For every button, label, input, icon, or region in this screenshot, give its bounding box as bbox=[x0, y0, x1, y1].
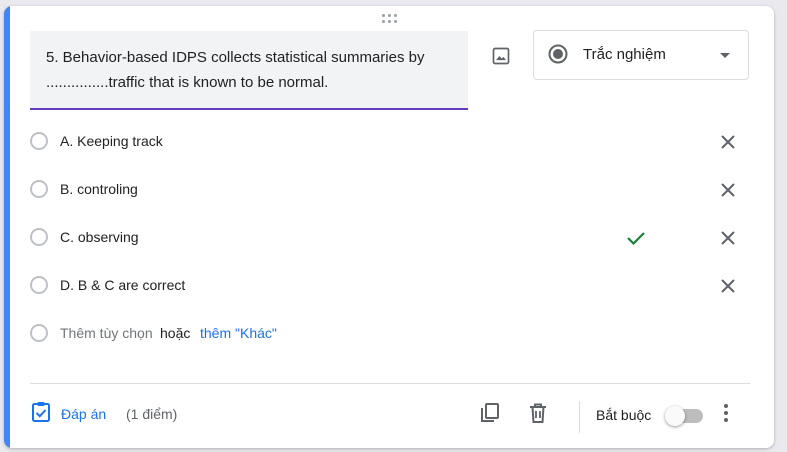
or-text: hoặc bbox=[160, 325, 191, 341]
option-label[interactable]: C. observing bbox=[60, 229, 139, 245]
add-option-row: Thêm tùy chọn hoặc thêm "Khác" bbox=[30, 321, 750, 347]
answer-key-label: Đáp án bbox=[61, 406, 107, 422]
remove-option-icon[interactable] bbox=[716, 226, 740, 250]
question-title-field[interactable]: 5. Behavior-based IDPS collects statisti… bbox=[30, 31, 468, 110]
delete-icon[interactable] bbox=[526, 401, 550, 425]
footer-vertical-divider bbox=[579, 401, 580, 433]
option-label[interactable]: D. B & C are correct bbox=[60, 277, 185, 293]
option-row: C. observing bbox=[30, 225, 750, 251]
option-row: D. B & C are correct bbox=[30, 273, 750, 299]
answer-key-button[interactable]: Đáp án bbox=[31, 401, 107, 428]
card-accent-bar bbox=[4, 6, 10, 448]
required-label: Bắt buộc bbox=[596, 407, 652, 423]
clipboard-check-icon bbox=[31, 401, 51, 428]
radio-icon bbox=[30, 132, 48, 150]
option-label[interactable]: A. Keeping track bbox=[60, 133, 163, 149]
radio-icon bbox=[30, 180, 48, 198]
question-type-dropdown[interactable]: Trắc nghiệm bbox=[533, 30, 749, 80]
question-text[interactable]: 5. Behavior-based IDPS collects statisti… bbox=[46, 45, 456, 95]
more-options-icon[interactable] bbox=[714, 401, 738, 425]
remove-option-icon[interactable] bbox=[716, 274, 740, 298]
question-type-label: Trắc nghiệm bbox=[583, 46, 666, 63]
radio-icon bbox=[30, 324, 48, 342]
points-label: (1 điểm) bbox=[126, 406, 178, 422]
toggle-thumb bbox=[665, 406, 685, 426]
required-toggle[interactable] bbox=[665, 406, 703, 426]
radio-icon bbox=[30, 276, 48, 294]
question-card[interactable]: 5. Behavior-based IDPS collects statisti… bbox=[4, 6, 774, 448]
add-other-link[interactable]: thêm "Khác" bbox=[200, 325, 277, 341]
option-label[interactable]: B. controling bbox=[60, 181, 138, 197]
option-row: A. Keeping track bbox=[30, 129, 750, 155]
dropdown-caret-icon bbox=[720, 53, 730, 58]
correct-check-icon bbox=[624, 226, 648, 250]
option-row: B. controling bbox=[30, 177, 750, 203]
remove-option-icon[interactable] bbox=[716, 130, 740, 154]
radio-checked-icon bbox=[548, 44, 568, 64]
footer-divider bbox=[30, 383, 750, 384]
add-image-icon[interactable] bbox=[490, 45, 512, 67]
remove-option-icon[interactable] bbox=[716, 178, 740, 202]
drag-handle-icon[interactable] bbox=[382, 14, 400, 24]
radio-icon bbox=[30, 228, 48, 246]
add-option-button[interactable]: Thêm tùy chọn bbox=[60, 325, 153, 341]
duplicate-icon[interactable] bbox=[478, 401, 502, 425]
